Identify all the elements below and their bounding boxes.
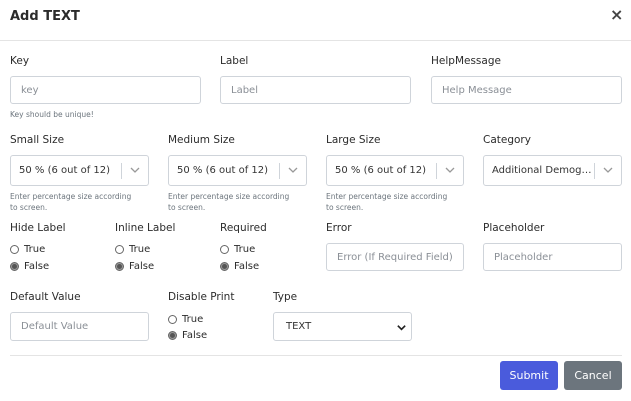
- help-message-label: HelpMessage: [431, 55, 501, 67]
- required-true-option[interactable]: True: [220, 244, 255, 255]
- category-select[interactable]: Additional Demographics: [483, 155, 622, 186]
- large-size-label: Large Size: [326, 134, 381, 146]
- radio-unchecked-icon[interactable]: [10, 245, 19, 254]
- small-size-value: 50 % (6 out of 12): [19, 165, 111, 176]
- chevron-down-icon: [445, 167, 455, 173]
- footer-divider: [10, 355, 622, 356]
- hide-label-false-option[interactable]: False: [10, 261, 49, 272]
- chevron-down-icon: [288, 167, 298, 173]
- error-input[interactable]: [326, 243, 464, 271]
- radio-checked-icon[interactable]: [115, 262, 124, 271]
- medium-size-value: 50 % (6 out of 12): [177, 165, 269, 176]
- error-label: Error: [326, 222, 352, 234]
- large-size-help-text: Enter percentage size according to scree…: [326, 192, 448, 212]
- disable-print-false-option[interactable]: False: [168, 330, 207, 341]
- radio-unchecked-icon[interactable]: [115, 245, 124, 254]
- hide-label-label: Hide Label: [10, 222, 66, 234]
- type-value: TEXT: [286, 321, 312, 332]
- small-size-select[interactable]: 50 % (6 out of 12): [10, 155, 149, 186]
- radio-checked-icon[interactable]: [10, 262, 19, 271]
- label-input[interactable]: [220, 76, 411, 104]
- small-size-label: Small Size: [10, 134, 65, 146]
- inline-label-false-option[interactable]: False: [115, 261, 154, 272]
- disable-print-true-option[interactable]: True: [168, 314, 203, 325]
- type-select[interactable]: TEXT: [273, 312, 412, 341]
- radio-unchecked-icon[interactable]: [168, 315, 177, 324]
- required-label: Required: [220, 222, 267, 234]
- small-size-help-text: Enter percentage size according to scree…: [10, 192, 132, 212]
- chevron-down-icon: [397, 325, 406, 331]
- type-label: Type: [273, 291, 298, 303]
- medium-size-help-text: Enter percentage size according to scree…: [168, 192, 290, 212]
- header-divider: [0, 40, 631, 41]
- category-value: Additional Demographics: [492, 165, 592, 176]
- required-false-option[interactable]: False: [220, 261, 259, 272]
- category-label: Category: [483, 134, 531, 146]
- radio-checked-icon[interactable]: [220, 262, 229, 271]
- inline-label-label: Inline Label: [115, 222, 176, 234]
- key-label: Key: [10, 55, 30, 67]
- large-size-value: 50 % (6 out of 12): [335, 165, 427, 176]
- default-value-input[interactable]: [10, 312, 149, 341]
- select-separator: [121, 163, 122, 179]
- disable-print-label: Disable Print: [168, 291, 235, 303]
- label-label: Label: [220, 55, 249, 67]
- select-separator: [279, 163, 280, 179]
- chevron-down-icon: [130, 167, 140, 173]
- select-separator: [594, 163, 595, 179]
- submit-button[interactable]: Submit: [500, 361, 558, 390]
- key-help-text: Key should be unique!: [10, 110, 94, 119]
- medium-size-label: Medium Size: [168, 134, 235, 146]
- default-value-label: Default Value: [10, 291, 81, 303]
- help-message-input[interactable]: [431, 76, 622, 104]
- cancel-button[interactable]: Cancel: [564, 361, 622, 390]
- placeholder-input[interactable]: [483, 243, 622, 271]
- radio-unchecked-icon[interactable]: [220, 245, 229, 254]
- large-size-select[interactable]: 50 % (6 out of 12): [326, 155, 464, 186]
- modal-title: Add TEXT: [10, 9, 80, 24]
- radio-checked-icon[interactable]: [168, 331, 177, 340]
- chevron-down-icon: [603, 167, 613, 173]
- hide-label-true-option[interactable]: True: [10, 244, 45, 255]
- key-input[interactable]: [10, 76, 201, 104]
- inline-label-true-option[interactable]: True: [115, 244, 150, 255]
- medium-size-select[interactable]: 50 % (6 out of 12): [168, 155, 307, 186]
- close-icon[interactable]: ×: [610, 6, 623, 24]
- placeholder-label: Placeholder: [483, 222, 545, 234]
- select-separator: [436, 163, 437, 179]
